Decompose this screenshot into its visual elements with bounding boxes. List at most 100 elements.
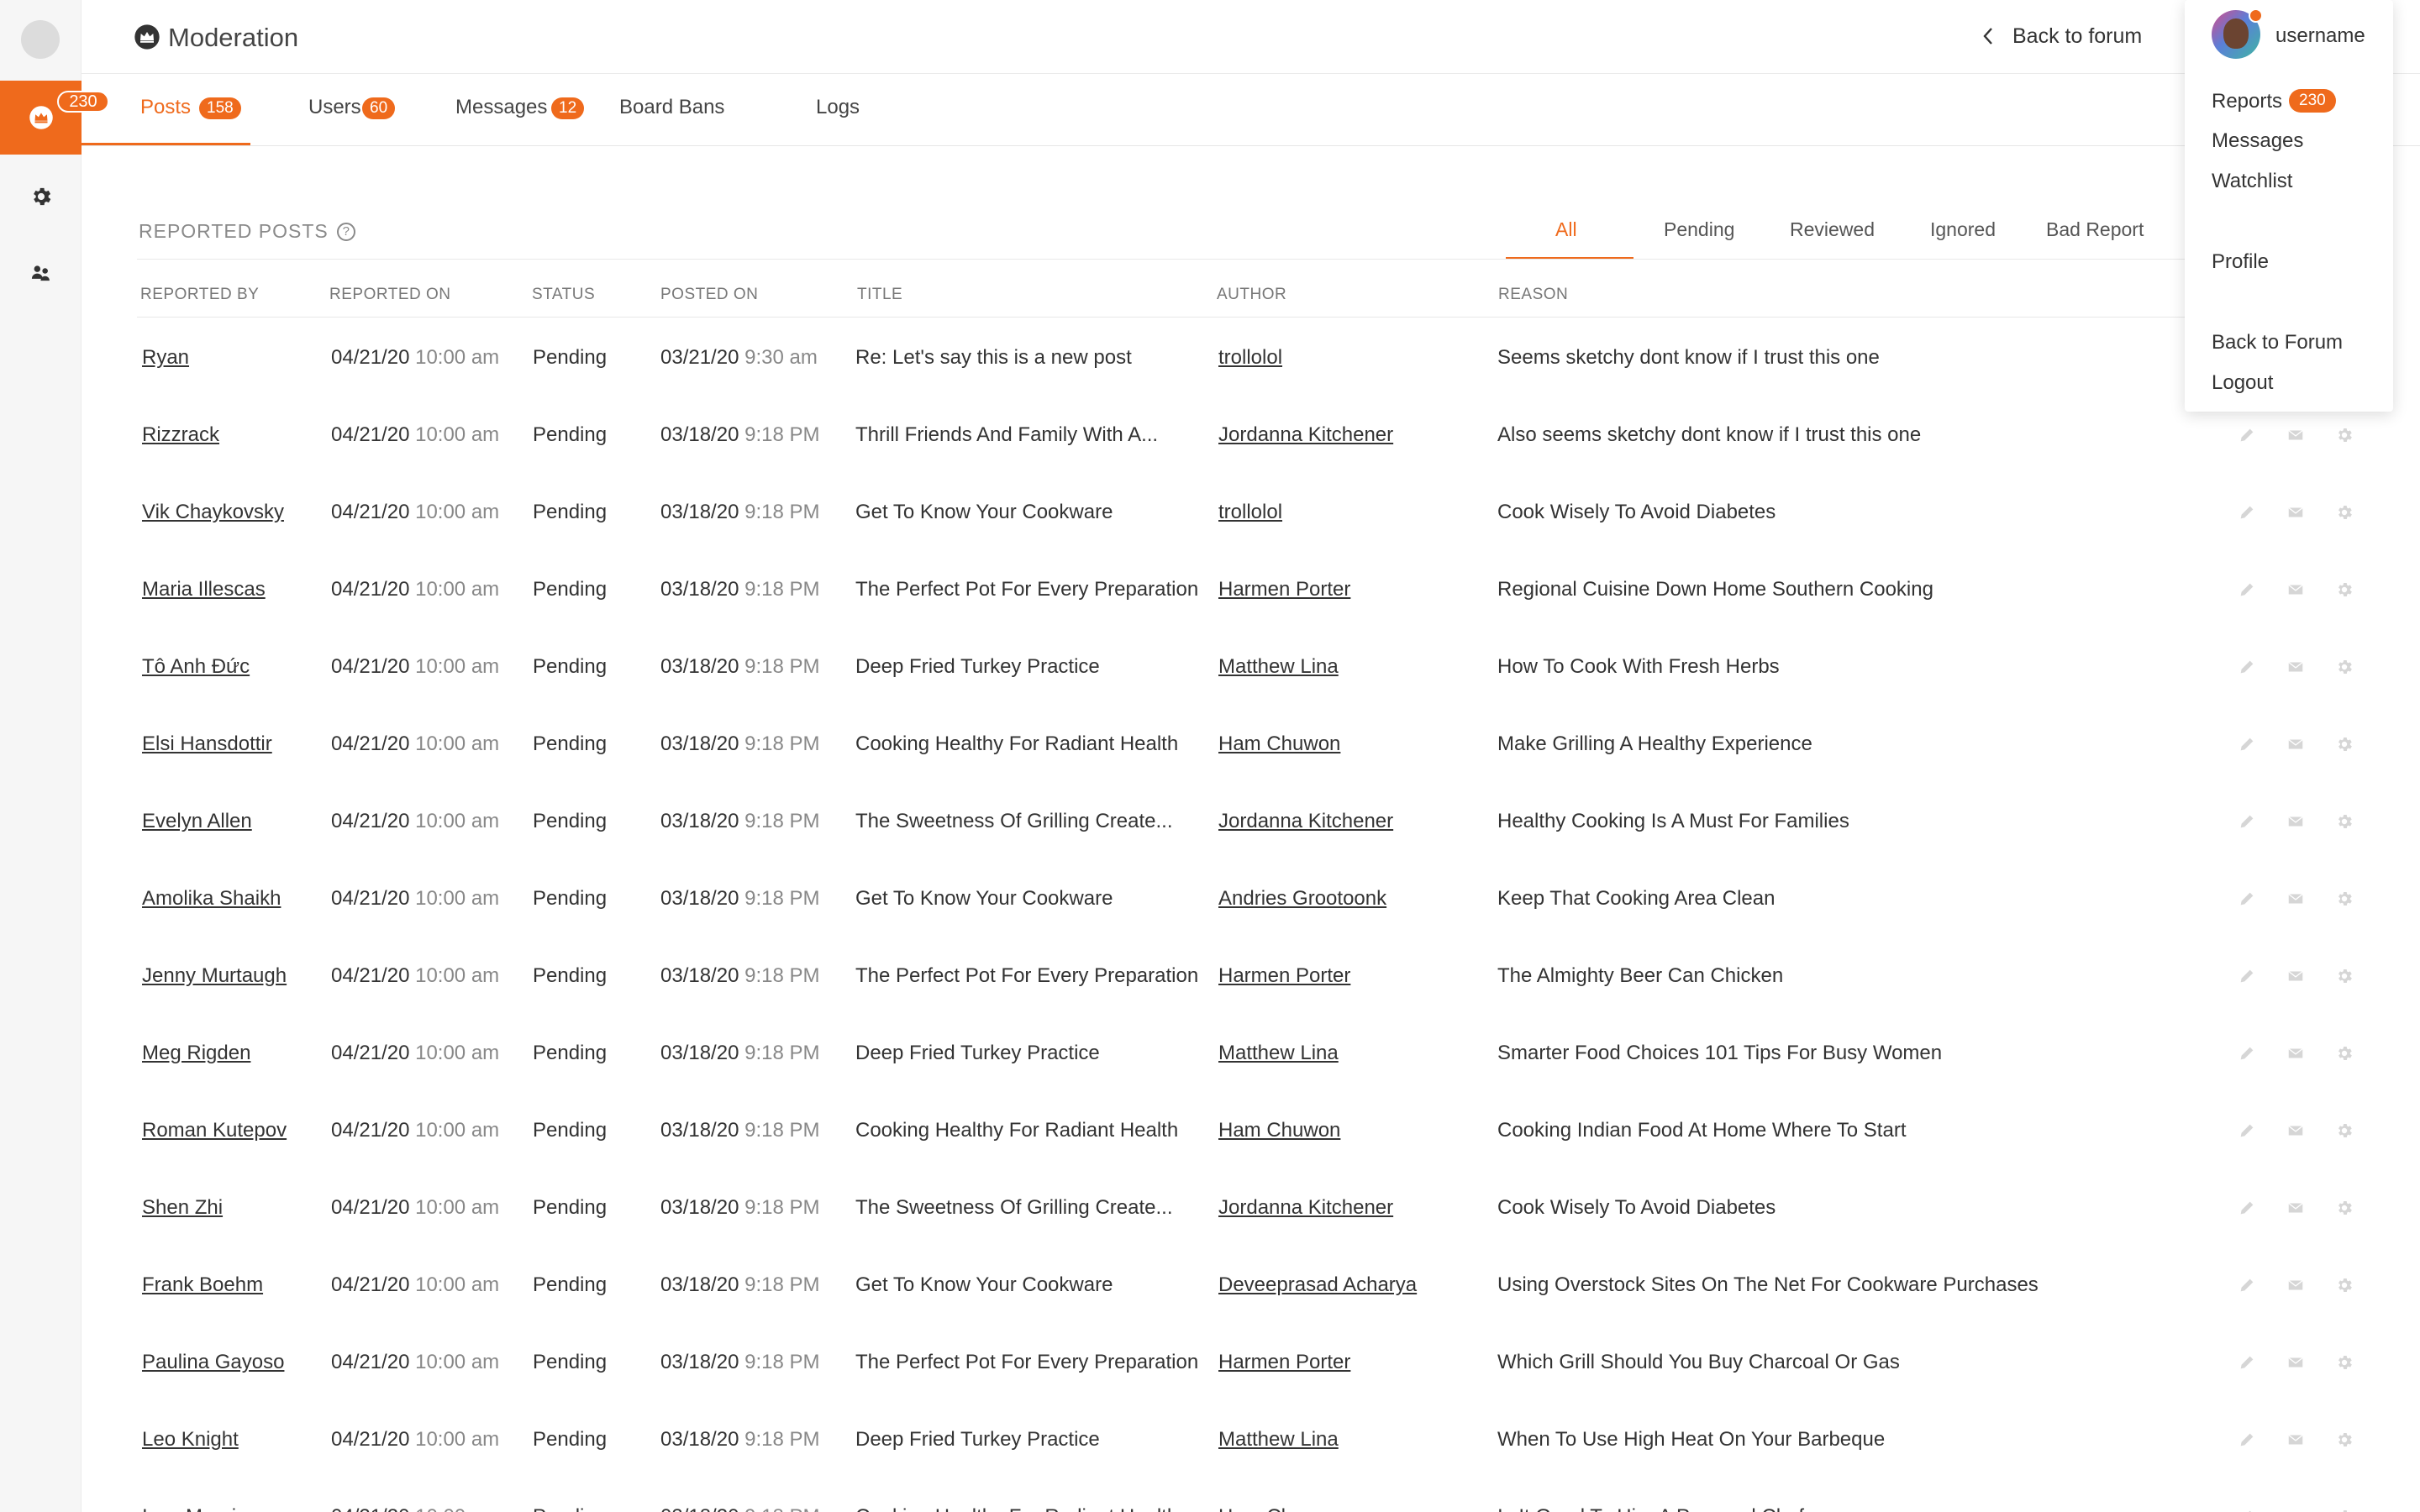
reporter-link[interactable]: Shen Zhi [142, 1169, 223, 1247]
tab-users[interactable]: Users 60 [308, 96, 396, 146]
settings-button[interactable] [2335, 1199, 2354, 1217]
reporter-link[interactable]: Evelyn Allen [142, 783, 252, 860]
filter-bad-report[interactable]: Bad Report [2046, 218, 2144, 241]
reporter-link[interactable]: Leo Knight [142, 1401, 239, 1478]
tab-logs[interactable]: Logs [816, 96, 860, 146]
author-link[interactable]: Jordanna Kitchener [1218, 1169, 1393, 1247]
author-link[interactable]: Andries Grootoonk [1218, 860, 1386, 937]
message-button[interactable] [2286, 1199, 2305, 1217]
author-link[interactable]: Ham Chuwon [1218, 1478, 1340, 1512]
edit-button[interactable] [2238, 1353, 2256, 1372]
author-link[interactable]: Jordanna Kitchener [1218, 396, 1393, 474]
tab-posts[interactable]: Posts 158 [140, 96, 241, 146]
settings-button[interactable] [2335, 1044, 2354, 1063]
reporter-link[interactable]: Roman Kutepov [142, 1092, 287, 1169]
settings-button[interactable] [2335, 1431, 2354, 1449]
filter-ignored[interactable]: Ignored [1930, 218, 1996, 241]
posted-date: 03/18/20 [660, 1196, 739, 1219]
help-icon[interactable]: ? [336, 222, 355, 241]
settings-button[interactable] [2335, 1276, 2354, 1294]
edit-button[interactable] [2238, 1044, 2256, 1063]
reporter-link[interactable]: Elsi Hansdottir [142, 706, 272, 783]
message-button[interactable] [2286, 580, 2305, 599]
sidebar-item-users[interactable] [0, 237, 82, 311]
message-button[interactable] [2286, 1508, 2305, 1512]
back-to-forum-link[interactable]: Back to forum [1982, 22, 2142, 50]
message-button[interactable] [2286, 1431, 2305, 1449]
settings-button[interactable] [2335, 967, 2354, 985]
menu-item-reports[interactable]: Reports 230 [2212, 89, 2336, 113]
author-link[interactable]: Matthew Lina [1218, 628, 1339, 706]
reporter-link[interactable]: Ryan [142, 319, 189, 396]
settings-button[interactable] [2335, 1121, 2354, 1140]
reported-date: 04/21/20 [331, 423, 410, 446]
reporter-link[interactable]: Rizzrack [142, 396, 219, 474]
edit-button[interactable] [2238, 812, 2256, 831]
message-button[interactable] [2286, 1121, 2305, 1140]
reporter-link[interactable]: Ivan Morais [142, 1478, 246, 1512]
reporter-link[interactable]: Tô Anh Đức [142, 628, 250, 706]
edit-button[interactable] [2238, 426, 2256, 444]
edit-button[interactable] [2238, 1276, 2256, 1294]
message-button[interactable] [2286, 426, 2305, 444]
menu-item-watchlist[interactable]: Watchlist [2212, 170, 2292, 193]
reporter-link[interactable]: Vik Chaykovsky [142, 474, 284, 551]
edit-button[interactable] [2238, 1199, 2256, 1217]
edit-button[interactable] [2238, 1121, 2256, 1140]
reporter-link[interactable]: Frank Boehm [142, 1247, 263, 1324]
author-link[interactable]: Jordanna Kitchener [1218, 783, 1393, 860]
filter-pending[interactable]: Pending [1664, 218, 1734, 241]
author-link[interactable]: Harmen Porter [1218, 551, 1350, 628]
sidebar-item-settings[interactable] [0, 160, 82, 234]
edit-button[interactable] [2238, 1431, 2256, 1449]
edit-button[interactable] [2238, 580, 2256, 599]
message-button[interactable] [2286, 890, 2305, 908]
tab-messages[interactable]: Messages 12 [455, 96, 585, 146]
filter-all[interactable]: All [1555, 218, 1577, 241]
menu-item-profile[interactable]: Profile [2212, 250, 2269, 274]
edit-button[interactable] [2238, 735, 2256, 753]
settings-button[interactable] [2335, 426, 2354, 444]
reporter-link[interactable]: Jenny Murtaugh [142, 937, 287, 1015]
menu-item-messages[interactable]: Messages [2212, 129, 2303, 153]
message-button[interactable] [2286, 503, 2305, 522]
edit-button[interactable] [2238, 658, 2256, 676]
settings-button[interactable] [2335, 1353, 2354, 1372]
author-link[interactable]: Matthew Lina [1218, 1015, 1339, 1092]
message-button[interactable] [2286, 1276, 2305, 1294]
menu-item-logout[interactable]: Logout [2212, 371, 2273, 395]
edit-button[interactable] [2238, 503, 2256, 522]
author-link[interactable]: Matthew Lina [1218, 1401, 1339, 1478]
edit-button[interactable] [2238, 1508, 2256, 1512]
author-link[interactable]: Deveeprasad Acharya [1218, 1247, 1417, 1324]
edit-button[interactable] [2238, 890, 2256, 908]
sidebar-avatar[interactable] [21, 20, 60, 59]
author-link[interactable]: trollolol [1218, 319, 1282, 396]
message-button[interactable] [2286, 1044, 2305, 1063]
message-button[interactable] [2286, 658, 2305, 676]
reporter-link[interactable]: Amolika Shaikh [142, 860, 281, 937]
author-link[interactable]: trollolol [1218, 474, 1282, 551]
author-link[interactable]: Ham Chuwon [1218, 706, 1340, 783]
reporter-link[interactable]: Paulina Gayoso [142, 1324, 284, 1401]
settings-button[interactable] [2335, 890, 2354, 908]
menu-item-back-to-forum[interactable]: Back to Forum [2212, 331, 2343, 354]
edit-button[interactable] [2238, 967, 2256, 985]
settings-button[interactable] [2335, 580, 2354, 599]
tab-board-bans[interactable]: Board Bans [619, 96, 724, 146]
reporter-link[interactable]: Maria Illescas [142, 551, 266, 628]
message-button[interactable] [2286, 967, 2305, 985]
filter-reviewed[interactable]: Reviewed [1790, 218, 1875, 241]
settings-button[interactable] [2335, 812, 2354, 831]
author-link[interactable]: Harmen Porter [1218, 937, 1350, 1015]
settings-button[interactable] [2335, 658, 2354, 676]
settings-button[interactable] [2335, 1508, 2354, 1512]
message-button[interactable] [2286, 812, 2305, 831]
message-button[interactable] [2286, 735, 2305, 753]
settings-button[interactable] [2335, 735, 2354, 753]
reporter-link[interactable]: Meg Rigden [142, 1015, 250, 1092]
settings-button[interactable] [2335, 503, 2354, 522]
author-link[interactable]: Ham Chuwon [1218, 1092, 1340, 1169]
message-button[interactable] [2286, 1353, 2305, 1372]
author-link[interactable]: Harmen Porter [1218, 1324, 1350, 1401]
